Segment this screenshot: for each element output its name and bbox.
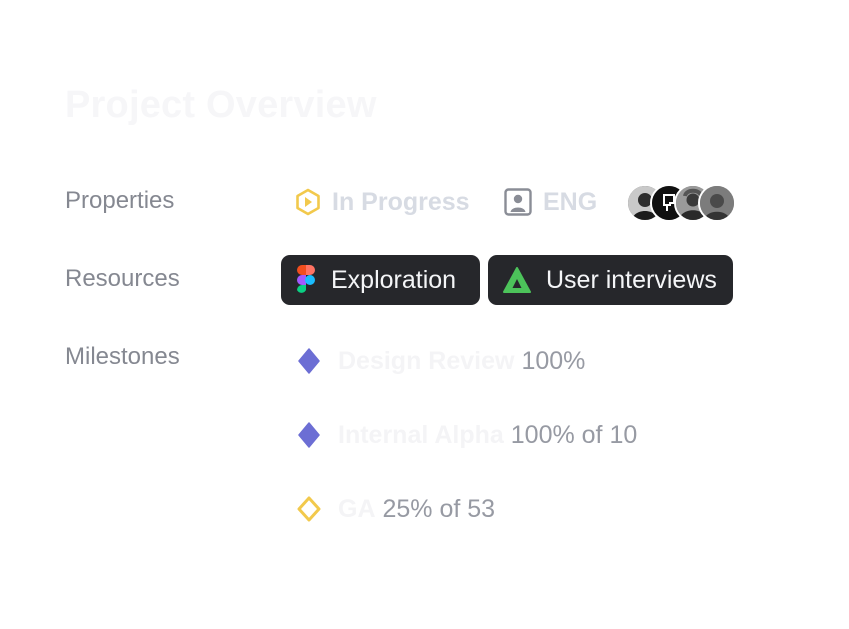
resource-user-interviews[interactable]: User interviews bbox=[488, 255, 733, 305]
milestone-progress: 100% bbox=[521, 346, 586, 375]
milestone-name: GA bbox=[338, 494, 376, 523]
diamond-outline-icon bbox=[296, 496, 322, 522]
milestone-design-review[interactable]: Design Review 100% bbox=[296, 341, 585, 381]
team-property[interactable]: ENG bbox=[503, 185, 597, 219]
milestone-internal-alpha[interactable]: Internal Alpha 100% of 10 bbox=[296, 415, 637, 455]
team-icon bbox=[503, 187, 533, 217]
resources-label: Resources bbox=[65, 265, 180, 292]
member-avatars[interactable] bbox=[626, 184, 736, 222]
green-triangle-icon bbox=[502, 266, 532, 294]
page-title: Project Overview bbox=[65, 84, 377, 126]
avatar[interactable] bbox=[698, 184, 736, 222]
milestone-ga[interactable]: GA 25% of 53 bbox=[296, 489, 495, 529]
figma-icon bbox=[295, 265, 317, 295]
in-progress-hexagon-icon bbox=[294, 188, 322, 216]
milestone-progress: 25% of 53 bbox=[382, 494, 496, 523]
diamond-filled-icon bbox=[296, 348, 322, 374]
resource-label: User interviews bbox=[546, 265, 717, 294]
team-label: ENG bbox=[543, 187, 598, 216]
resource-exploration[interactable]: Exploration bbox=[281, 255, 480, 305]
status-label: In Progress bbox=[332, 187, 470, 216]
resource-label: Exploration bbox=[331, 265, 457, 294]
milestones-label: Milestones bbox=[65, 343, 180, 370]
milestone-name: Internal Alpha bbox=[338, 420, 504, 449]
milestone-progress: 100% of 10 bbox=[510, 420, 638, 449]
properties-label: Properties bbox=[65, 187, 175, 214]
diamond-filled-icon bbox=[296, 422, 322, 448]
milestone-name: Design Review bbox=[338, 346, 515, 375]
status-property[interactable]: In Progress bbox=[294, 185, 470, 219]
